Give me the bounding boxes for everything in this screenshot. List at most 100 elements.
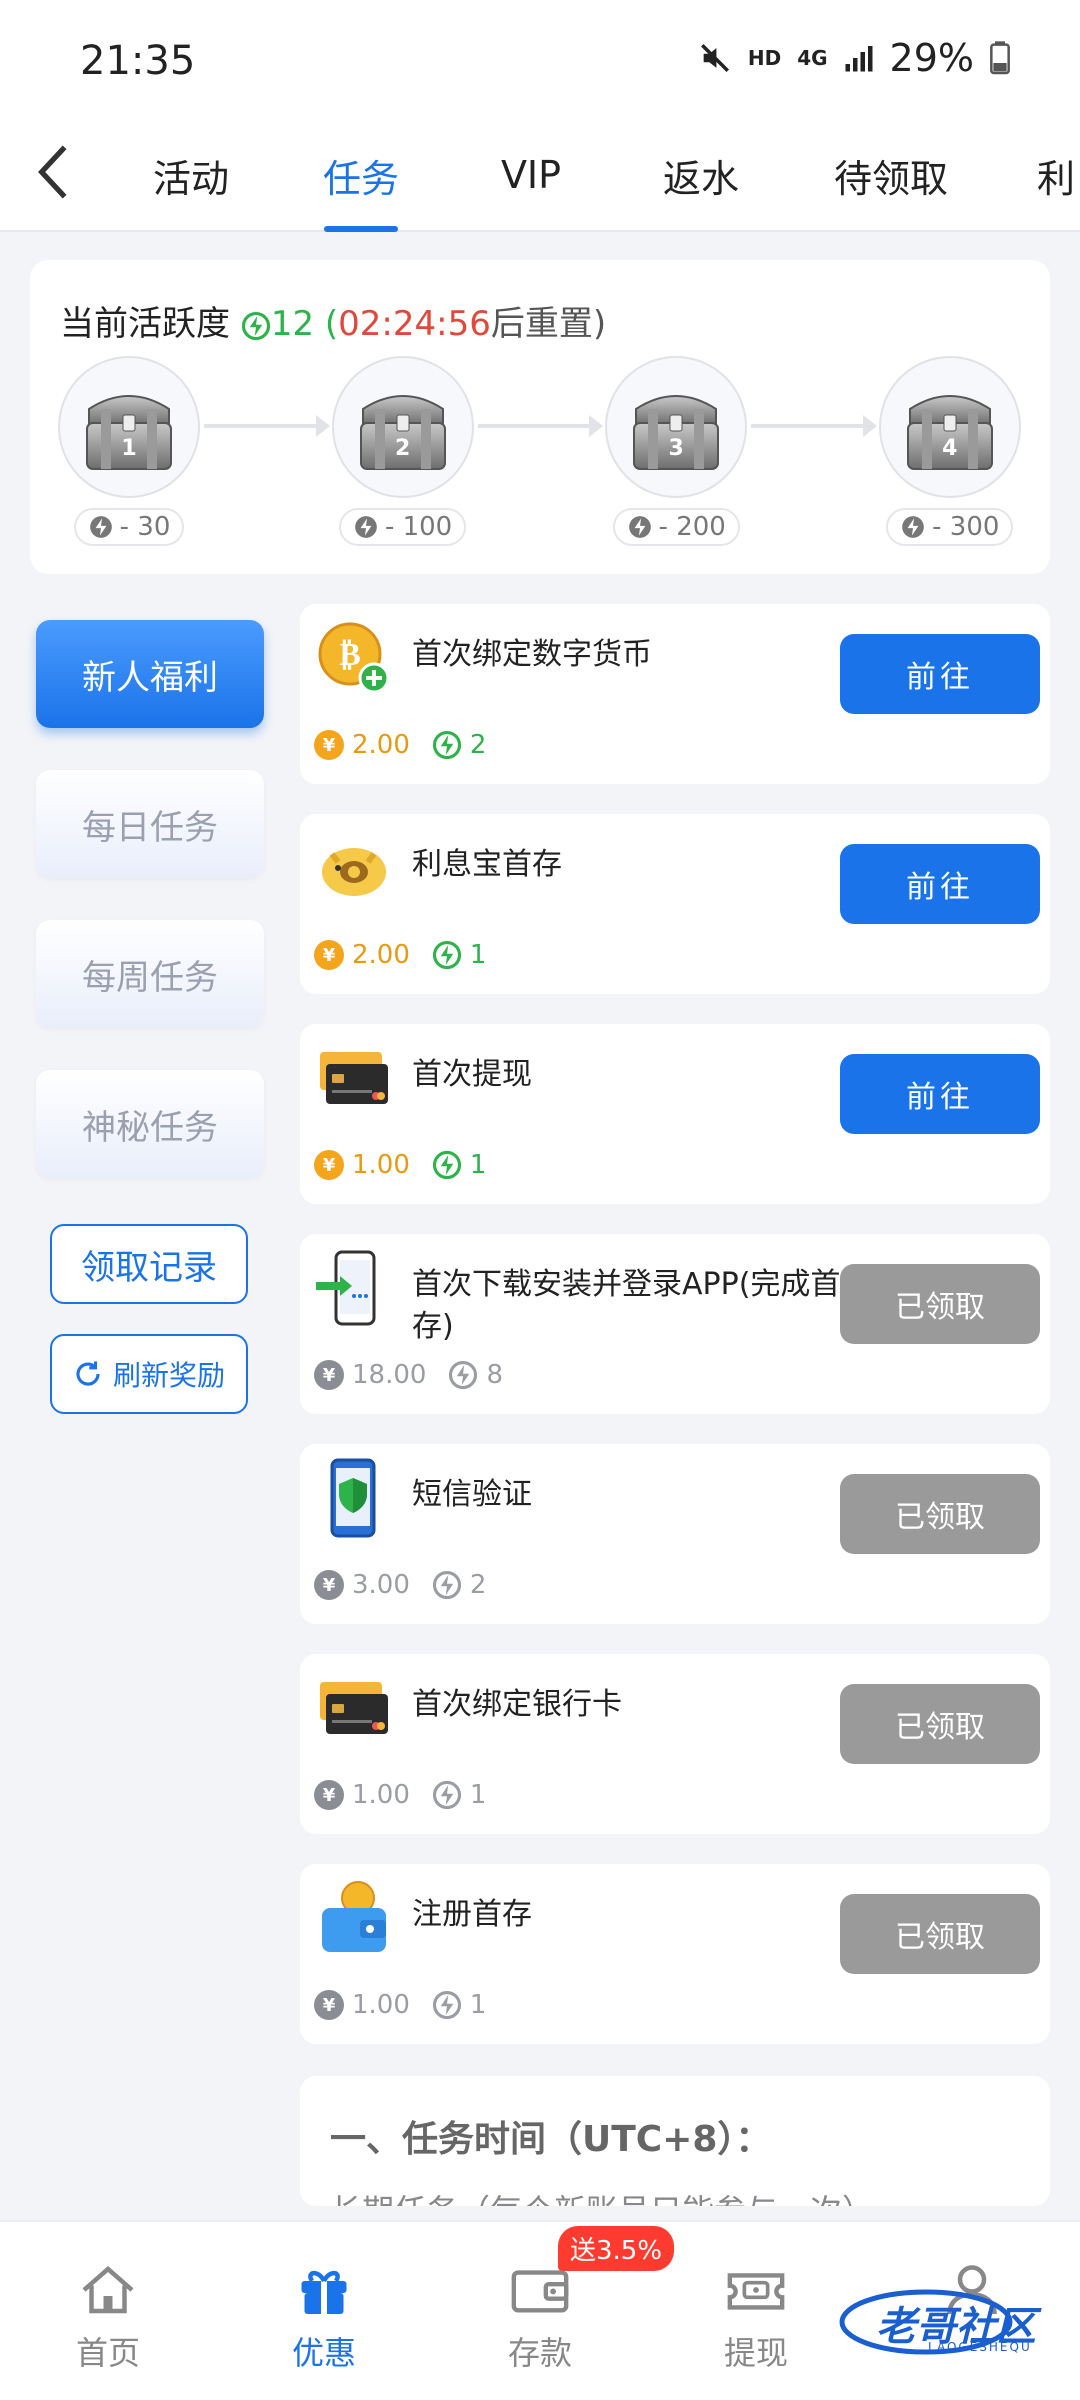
task-name: 注册首存	[412, 1897, 532, 1932]
task-name: 首次下载安装并登录APP(完成首存)	[412, 1267, 841, 1344]
svg-text:₿: ₿	[339, 635, 360, 673]
status-bar: 21:35 HD 4G 29%	[0, 0, 1080, 118]
task-rewards: ¥18.00 8	[314, 1360, 503, 1390]
chest-req-text: - 30	[119, 512, 171, 542]
activity-bolt-icon	[432, 730, 461, 760]
chest-arrow	[751, 415, 877, 437]
wallet-icon	[470, 2252, 610, 2328]
phone-shield-icon	[314, 1458, 394, 1538]
piggy-bank-icon	[314, 828, 394, 908]
bolt-icon-wrap	[432, 940, 462, 970]
reward-amount: 3.00	[352, 1570, 410, 1600]
top-tab-bar: 活动 任务 VIP 返水 待领取 利	[0, 118, 1080, 232]
task-card: 首次提现 ¥1.00 1 前往	[300, 1024, 1050, 1204]
side-menu-label: 新人福利	[82, 657, 218, 698]
battery-icon	[990, 41, 1010, 75]
yuan-coin-icon: ¥	[314, 1990, 344, 2020]
side-menu-item-1[interactable]: 每日任务	[36, 770, 264, 878]
tab-3[interactable]: 返水	[616, 118, 786, 232]
side-menu-label: 每周任务	[82, 957, 218, 998]
records-button[interactable]: 领取记录	[50, 1224, 248, 1304]
bottom-nav-label: 优惠	[291, 2334, 356, 2372]
rules-heading: 一、任务时间（UTC+8）：	[330, 2119, 772, 2160]
go-button[interactable]: 前往	[840, 1054, 1040, 1134]
bolt-icon-wrap	[432, 1150, 462, 1180]
task-rewards: ¥1.00 1	[314, 1150, 486, 1180]
chest-1[interactable]: 1 - 30	[58, 356, 200, 546]
chest-requirement: - 100	[338, 508, 467, 546]
bolt-icon	[355, 516, 377, 538]
reward-amount: 2.00	[352, 940, 410, 970]
bottom-nav-ticket[interactable]: 提现	[686, 2252, 826, 2374]
chest-number: 3	[668, 436, 684, 461]
tab-label: 待领取	[833, 156, 948, 201]
tab-label: 活动	[152, 156, 229, 201]
bolt-icon	[902, 516, 924, 538]
bottom-nav-label: 提现	[723, 2334, 788, 2372]
reward-amount: 1.00	[352, 1780, 410, 1810]
side-menu-item-0[interactable]: 新人福利	[36, 620, 264, 728]
battery-percent: 29%	[889, 36, 974, 80]
side-menu-item-2[interactable]: 每周任务	[36, 920, 264, 1028]
back-arrow-icon[interactable]	[36, 142, 72, 202]
yuan-coin-icon: ¥	[314, 1570, 344, 1600]
activity-bolt-icon	[432, 1780, 461, 1810]
task-rewards: ¥1.00 1	[314, 1990, 486, 2020]
activity-bolt-icon	[432, 1570, 461, 1600]
chest-track: 1 - 30 2 - 100 3 - 200 4 - 300	[58, 356, 1022, 556]
activity-bolt-icon	[432, 940, 461, 970]
bolt-icon-wrap	[432, 730, 462, 760]
status-time: 21:35	[80, 38, 196, 84]
task-card: 首次绑定银行卡 ¥1.00 1 已领取	[300, 1654, 1050, 1834]
bolt-icon	[628, 516, 651, 538]
mute-icon	[700, 43, 729, 73]
claimed-button: 已领取	[840, 1684, 1040, 1764]
wallet-coin-icon	[314, 1878, 394, 1958]
bottom-nav-gift[interactable]: 优惠	[254, 2252, 394, 2374]
bottom-nav-wallet[interactable]: 存款	[470, 2252, 610, 2374]
chest-2[interactable]: 2 - 100	[331, 356, 474, 546]
tab-active-underline	[324, 226, 398, 232]
chest-requirement: - 30	[73, 508, 185, 546]
chest-number: 1	[121, 436, 137, 461]
reward-amount: 2.00	[352, 730, 410, 760]
refresh-rewards-button[interactable]: 刷新奖励	[50, 1334, 248, 1414]
side-menu-item-3[interactable]: 神秘任务	[36, 1070, 264, 1178]
tab-4[interactable]: 待领取	[786, 118, 996, 232]
chest-4[interactable]: 4 - 300	[878, 356, 1021, 546]
activity-card: 当前活跃度 12 (02:24:56后重置) 1 - 30 2 - 100 3 - 2…	[30, 260, 1050, 574]
chest-requirement: - 200	[612, 508, 740, 546]
chest-arrow	[477, 415, 603, 437]
reward-activity: 8	[486, 1360, 503, 1390]
bolt-icon-wrap	[432, 1570, 462, 1600]
activity-bolt-icon	[432, 1150, 461, 1180]
claimed-button: 已领取	[840, 1264, 1040, 1344]
tab-1[interactable]: 任务	[276, 118, 446, 232]
yuan-coin-icon: ¥	[314, 1360, 344, 1390]
watermark-sub: LAOGESHEQU	[928, 2340, 1032, 2354]
bitcoin-add-icon: ₿	[314, 618, 394, 698]
go-button[interactable]: 前往	[840, 634, 1040, 714]
chest-req-text: - 200	[658, 512, 726, 542]
tab-0[interactable]: 活动	[106, 118, 276, 232]
yuan-coin-icon: ¥	[314, 1780, 344, 1810]
bolt-icon	[89, 516, 112, 538]
chest-3[interactable]: 3 - 200	[605, 356, 748, 546]
go-button[interactable]: 前往	[840, 844, 1040, 924]
yuan-coin-icon: ¥	[314, 730, 344, 760]
tab-5[interactable]: 利	[996, 118, 1080, 232]
phone-download-icon	[314, 1248, 394, 1328]
side-menu-label: 每日任务	[82, 807, 218, 848]
bottom-nav-home[interactable]: 首页	[38, 2252, 178, 2374]
chest-arrow	[204, 415, 330, 437]
reward-activity: 1	[469, 1990, 487, 2020]
task-rewards: ¥3.00 2	[314, 1570, 486, 1600]
task-rewards: ¥2.00 1	[314, 940, 486, 970]
bottom-nav-label: 存款	[507, 2334, 572, 2372]
chest-circle	[878, 356, 1021, 498]
tab-2[interactable]: VIP	[446, 118, 616, 232]
task-rewards: ¥2.00 2	[314, 730, 486, 760]
bank-cards-icon	[314, 1668, 394, 1748]
tab-label: 利	[1036, 156, 1075, 201]
activity-bolt-icon	[241, 311, 270, 340]
